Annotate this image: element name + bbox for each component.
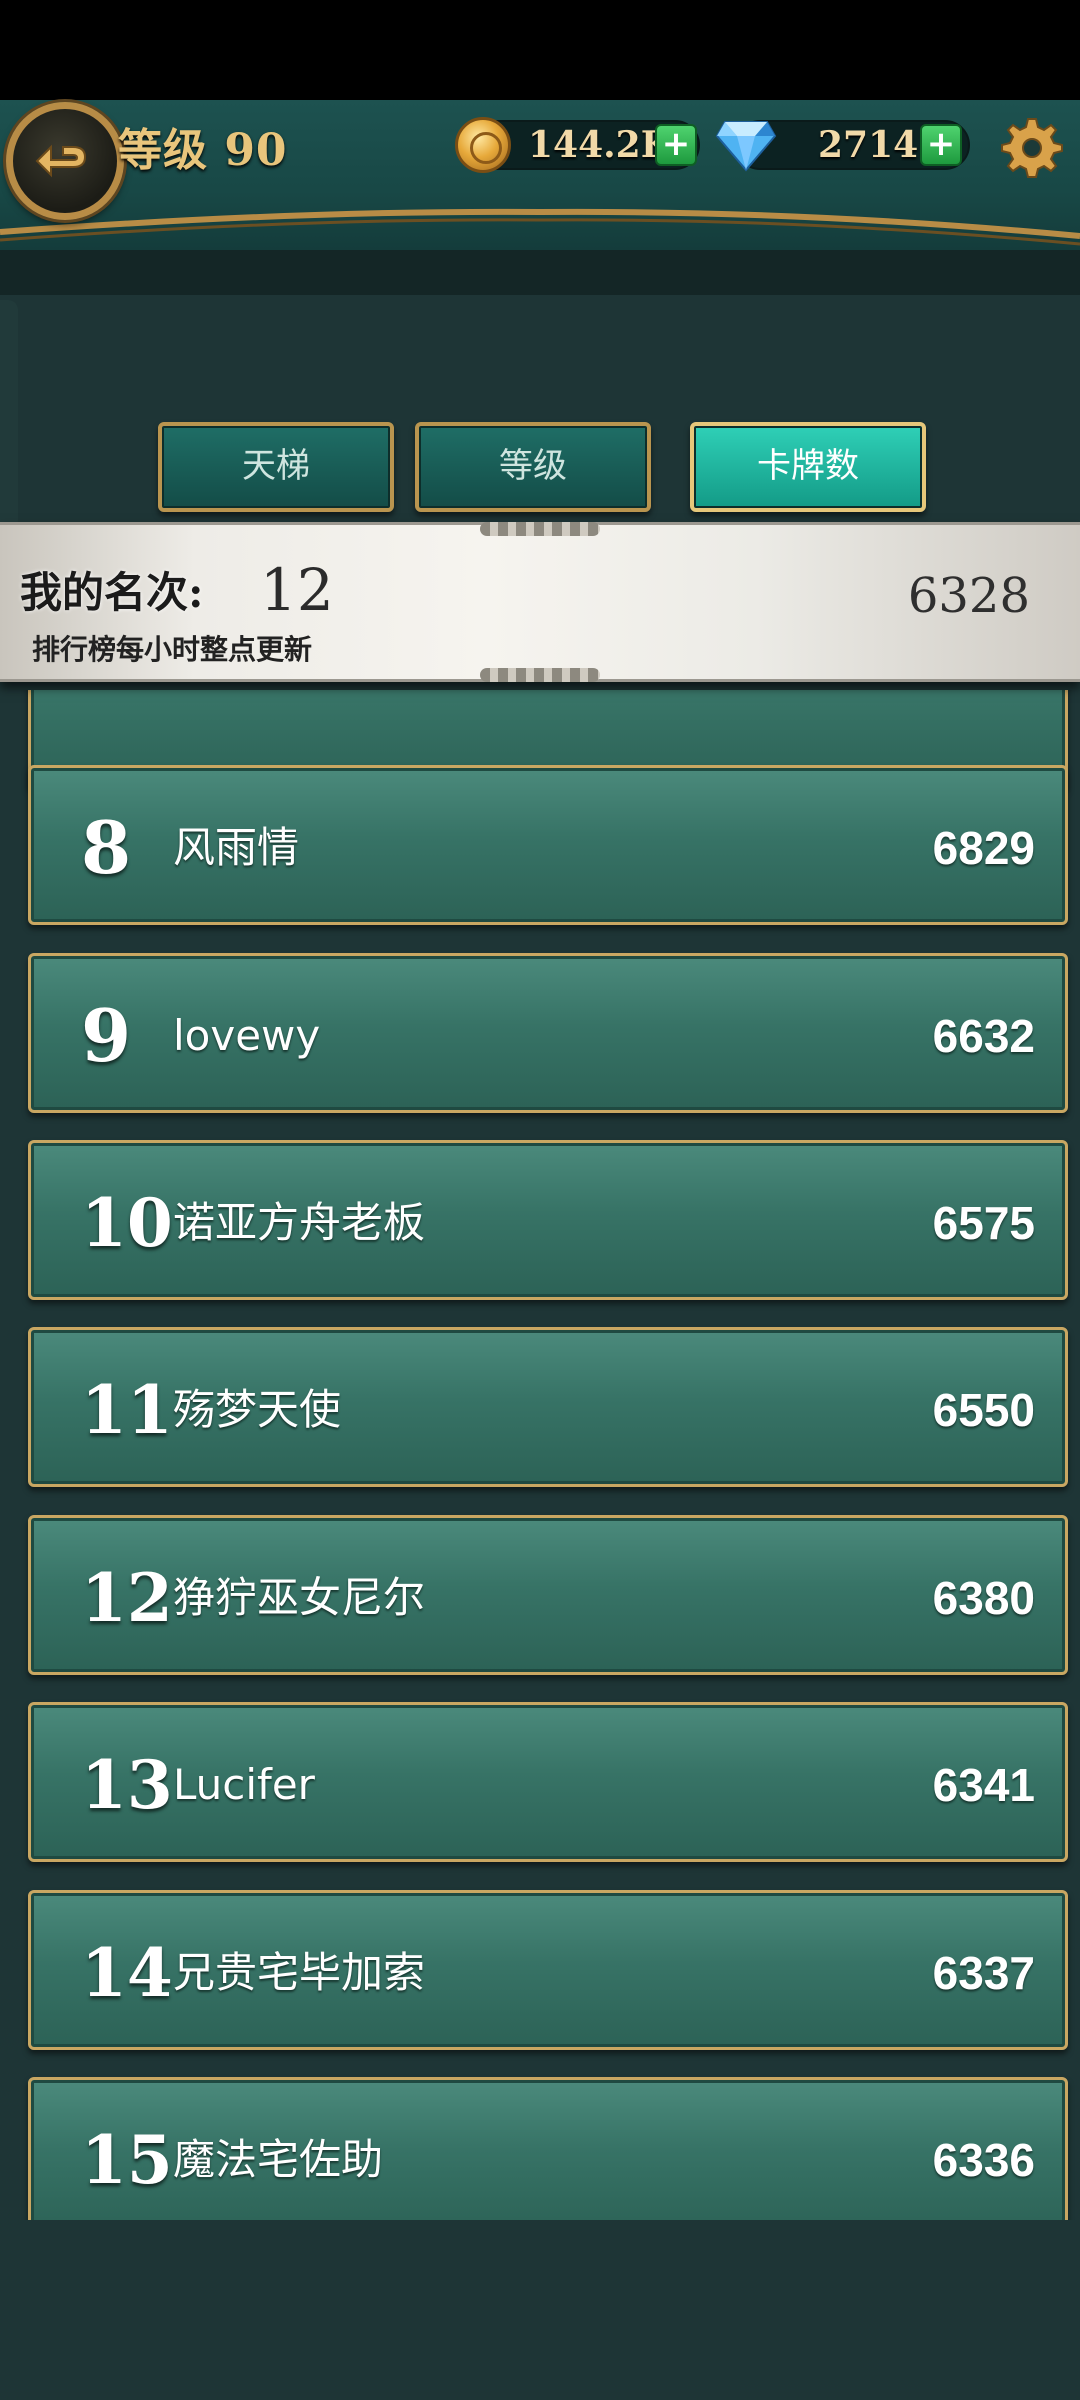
rank-number: 9 [81, 993, 132, 1078]
card-count: 6575 [932, 1197, 1035, 1249]
banner-ornament [480, 522, 600, 536]
player-name: 魔法宅佐助 [173, 2135, 384, 2184]
top-bar-gold-trim [0, 208, 1080, 246]
back-button[interactable] [6, 102, 124, 220]
add-gems-button[interactable]: + [920, 124, 962, 166]
card-count: 6336 [932, 2134, 1035, 2186]
list-item[interactable]: 10 诺亚方舟老板 6575 [28, 1140, 1068, 1300]
leaderboard-list[interactable]: 8 风雨情 6829 9 lovewy 6632 10 诺亚方舟老板 6575 … [0, 690, 1080, 2220]
rank-number: 8 [81, 805, 132, 890]
tab-card-count[interactable]: 卡牌数 [690, 422, 926, 512]
tab-level[interactable]: 等级 [415, 422, 651, 512]
list-item[interactable]: 8 风雨情 6829 [28, 765, 1068, 925]
card-count: 6829 [932, 822, 1035, 874]
list-item[interactable]: 15 魔法宅佐助 6336 [28, 2077, 1068, 2220]
my-rank-label: 我的名次: [20, 568, 204, 617]
rank-number: 12 [81, 1559, 173, 1637]
player-name: 狰狞巫女尼尔 [173, 1573, 426, 1622]
player-name: Lucifer [173, 1760, 315, 1809]
gear-icon[interactable] [1000, 115, 1064, 179]
rank-number: 10 [81, 1184, 173, 1262]
top-bar-shadow [0, 250, 1080, 295]
tab-ladder[interactable]: 天梯 [158, 422, 394, 512]
card-count: 6341 [932, 1759, 1035, 1811]
list-item[interactable]: 9 lovewy 6632 [28, 953, 1068, 1113]
player-name: lovewy [173, 1011, 321, 1060]
status-bar [0, 0, 1080, 100]
list-item[interactable]: 13 Lucifer 6341 [28, 1702, 1068, 1862]
player-name: 兄贵宅毕加索 [173, 1948, 426, 1997]
rank-number: 13 [81, 1746, 173, 1824]
rank-number: 15 [81, 2121, 173, 2199]
player-name: 殇梦天使 [173, 1385, 342, 1434]
my-card-count: 6328 [907, 568, 1030, 624]
back-arrow-icon [35, 144, 87, 178]
list-item[interactable]: 11 殇梦天使 6550 [28, 1327, 1068, 1487]
coin-icon [455, 117, 511, 173]
player-level: 等级 90 [118, 125, 288, 176]
card-count: 6337 [932, 1947, 1035, 1999]
rank-number: 11 [81, 1371, 173, 1449]
banner-ornament [480, 668, 600, 682]
add-coins-button[interactable]: + [655, 124, 697, 166]
side-panel-edge [0, 300, 18, 530]
gem-count: 2714 [818, 124, 919, 166]
list-item[interactable]: 12 狰狞巫女尼尔 6380 [28, 1515, 1068, 1675]
my-rank-value: 12 [260, 556, 334, 624]
card-count: 6550 [932, 1384, 1035, 1436]
coin-count: 144.2K [528, 124, 673, 166]
list-item[interactable]: 14 兄贵宅毕加索 6337 [28, 1890, 1068, 2050]
card-count: 6380 [932, 1572, 1035, 1624]
rank-number: 14 [81, 1934, 173, 2012]
diamond-icon [715, 121, 777, 172]
card-count: 6632 [932, 1010, 1035, 1062]
bottom-background [0, 2220, 1080, 2400]
update-note: 排行榜每小时整点更新 [32, 633, 313, 666]
player-name: 风雨情 [173, 823, 300, 872]
player-name: 诺亚方舟老板 [173, 1198, 426, 1247]
